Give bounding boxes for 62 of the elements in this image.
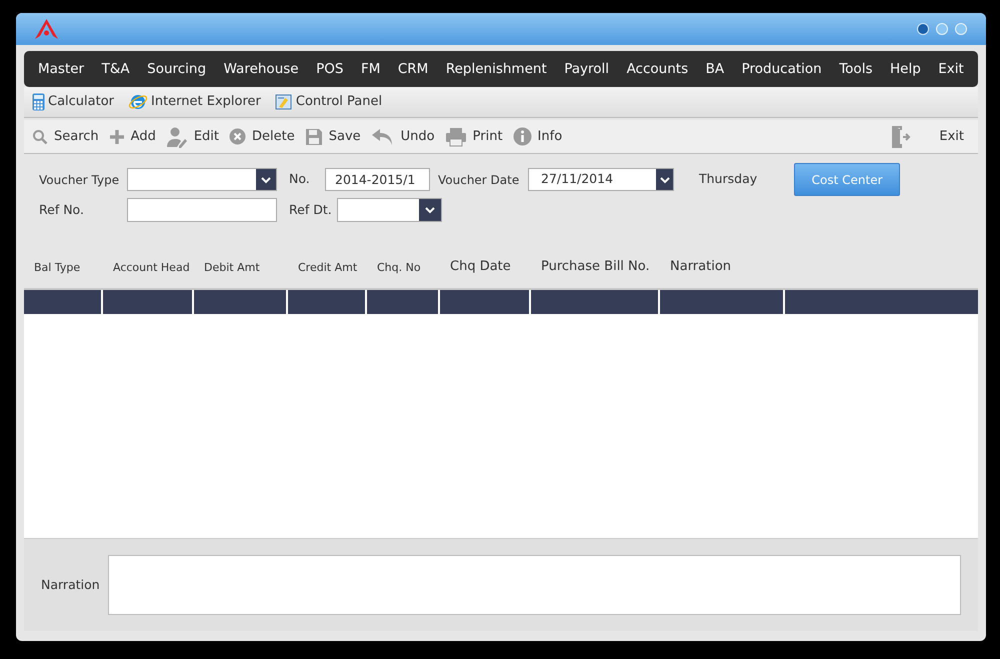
logo-icon <box>35 18 58 40</box>
weekday-text: Thursday <box>699 170 758 188</box>
browser-e-icon <box>128 92 148 112</box>
menu-item[interactable]: Master <box>38 58 84 80</box>
user-pencil-icon <box>166 126 188 148</box>
column-header: Bal Type <box>33 260 82 276</box>
voucher-number-field[interactable]: 2014-2015/1 <box>325 168 430 191</box>
menu-item[interactable]: BA <box>706 58 724 80</box>
field-label: Narration <box>41 576 99 594</box>
column-header: Narration <box>669 258 732 276</box>
field-label: No. <box>289 170 311 188</box>
menu-item[interactable]: POS <box>316 58 344 80</box>
toolbar-button[interactable]: Add <box>108 126 156 146</box>
toolbar-button[interactable]: Edit <box>166 126 220 148</box>
column-header: Account Head <box>112 260 191 276</box>
voucher-type-dropdown[interactable] <box>127 168 277 191</box>
field-label: Voucher Date <box>438 172 520 188</box>
column-header: Chq Date <box>449 258 512 276</box>
column-header: Chq. No <box>376 260 422 276</box>
column-header: Credit Amt <box>297 260 358 276</box>
calculator-icon <box>32 93 45 111</box>
toolbar-button[interactable]: Info <box>512 126 562 146</box>
field-label: Ref Dt. <box>289 200 333 219</box>
chevron-down-icon <box>660 176 670 184</box>
menu-item[interactable]: Replenishment <box>446 58 547 80</box>
menu-item[interactable]: Warehouse <box>224 58 299 80</box>
menu-item[interactable]: Help <box>890 58 921 80</box>
exit-button[interactable]: Exit <box>891 124 970 148</box>
narration-field[interactable] <box>108 555 961 615</box>
printer-icon <box>444 126 467 146</box>
toolbar-button[interactable]: Print <box>444 126 503 146</box>
undo-arrow-icon <box>370 126 395 146</box>
field-label: Ref No. <box>39 200 85 219</box>
toolbar-button[interactable]: Save <box>304 126 361 146</box>
chevron-down-icon <box>425 206 435 214</box>
voucher-date-picker[interactable]: 27/11/2014 <box>528 168 674 191</box>
info-icon <box>512 127 532 146</box>
column-header: Purchase Bill No. <box>540 258 651 276</box>
toolbar-button[interactable]: Delete <box>229 126 295 146</box>
menu-item[interactable]: T&A <box>102 58 130 80</box>
column-header: Debit Amt <box>203 260 261 276</box>
search-icon <box>32 128 48 144</box>
menu-item[interactable]: Exit <box>938 58 964 80</box>
menu-item[interactable]: Sourcing <box>147 58 206 80</box>
menu-item[interactable]: Accounts <box>626 58 688 80</box>
close-circle-icon <box>229 128 246 145</box>
quick-launch-link[interactable]: Control Panel <box>274 92 382 112</box>
quick-launch-link[interactable]: Internet Explorer <box>128 92 261 112</box>
menu-item[interactable]: FM <box>360 58 380 80</box>
toolbar-button[interactable]: Search <box>32 126 99 146</box>
plus-icon <box>108 128 125 144</box>
field-label: Voucher Type <box>39 172 120 188</box>
ref-no-field[interactable] <box>127 198 277 222</box>
menu-item[interactable]: CRM <box>398 58 428 80</box>
menu-item[interactable]: Producation <box>742 58 822 80</box>
chevron-down-icon <box>261 176 271 184</box>
menu-item[interactable]: Payroll <box>564 58 610 80</box>
menu-item[interactable]: Tools <box>839 58 872 80</box>
quick-launch-link[interactable]: Calculator <box>32 92 114 112</box>
control-panel-icon <box>274 93 293 111</box>
toolbar-button[interactable]: Undo <box>370 126 435 146</box>
ref-date-picker[interactable] <box>337 198 442 222</box>
